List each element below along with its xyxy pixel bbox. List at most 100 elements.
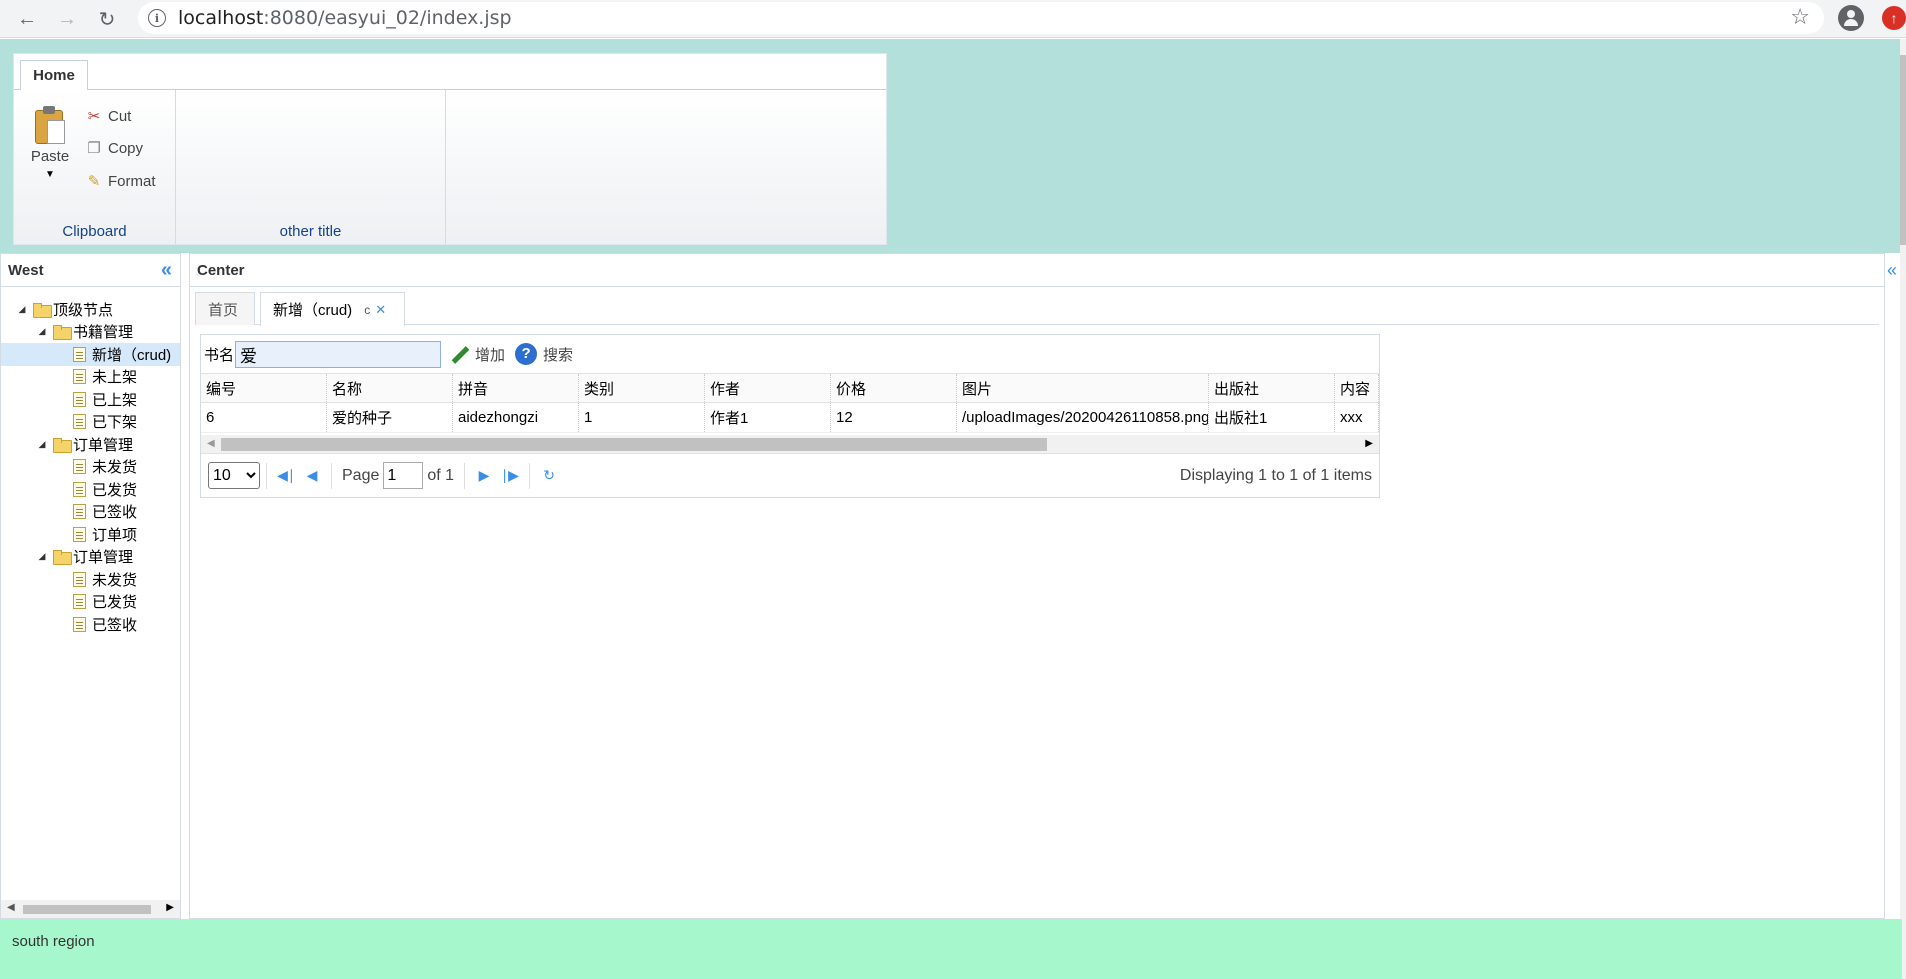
folder-icon xyxy=(33,302,52,318)
caret-down-icon[interactable]: ▼ xyxy=(28,169,72,180)
table-row[interactable]: 6 爱的种子 aidezhongzi 1 作者1 12/uploadImages/2020… xyxy=(201,403,1379,433)
collapse-left-icon[interactable]: « xyxy=(161,260,172,280)
tree-node[interactable]: 未发货 xyxy=(1,568,180,591)
column-header[interactable]: 内容 xyxy=(1335,374,1379,402)
cut-button[interactable]: ✂ Cut xyxy=(84,104,132,128)
tree-node[interactable]: 已下架 xyxy=(1,411,180,434)
browser-toolbar: ← → ↻ i localhost:8080/easyui_02/index.j… xyxy=(0,0,1906,38)
tree-node[interactable]: ◢ 书籍管理 xyxy=(1,321,180,344)
add-button[interactable]: 增加 xyxy=(451,344,505,365)
expand-arrow-icon[interactable]: ◢ xyxy=(17,304,27,315)
extension-icon[interactable]: ↑ xyxy=(1882,6,1906,30)
page-size-select[interactable]: 10 xyxy=(208,462,260,489)
profile-icon[interactable] xyxy=(1838,5,1864,31)
expand-arrow-icon[interactable]: ◢ xyxy=(37,439,47,450)
table-cell: aidezhongzi xyxy=(453,403,579,432)
expand-arrow-icon[interactable]: ◢ xyxy=(37,326,47,337)
tree-node[interactable]: 已签收 xyxy=(1,501,180,524)
folder-icon xyxy=(53,550,72,566)
grid-hscrollbar[interactable]: ◀ ▶ xyxy=(201,435,1379,453)
tab-crud[interactable]: 新增（crud) c ✕ xyxy=(260,292,405,326)
table-cell: 12 xyxy=(831,403,957,432)
column-header[interactable]: 价格 xyxy=(831,374,957,402)
tree-node-label: 已发货 xyxy=(92,594,138,612)
url-text[interactable]: localhost:8080/easyui_02/index.jsp xyxy=(178,7,512,29)
south-region: south region xyxy=(0,919,1902,979)
file-icon xyxy=(73,369,86,385)
tabs-bar: 首页 新增（crud) c ✕ xyxy=(195,288,1879,326)
format-button[interactable]: ✎ Format xyxy=(84,169,156,193)
close-tab-icon[interactable]: ✕ xyxy=(375,302,386,318)
refresh-tab-icon[interactable]: c xyxy=(364,303,370,317)
grid-header: 编号 名称 拼音 类别 作者 价格 图片 出版社 内容 xyxy=(201,373,1379,403)
forward-icon[interactable]: → xyxy=(52,4,82,34)
expand-east-icon[interactable]: « xyxy=(1887,260,1897,281)
prev-page-icon[interactable]: ◀ xyxy=(299,467,325,484)
table-cell: 爱的种子 xyxy=(327,403,453,432)
tab-home[interactable]: Home xyxy=(20,60,88,91)
tree-node[interactable]: 已发货 xyxy=(1,591,180,614)
clipboard-icon xyxy=(33,106,67,144)
display-info: Displaying 1 to 1 of 1 items xyxy=(1179,466,1372,484)
search-button[interactable]: ? 搜索 xyxy=(515,343,573,365)
tree-node[interactable]: 已发货 xyxy=(1,478,180,501)
tree-node-label: 订单管理 xyxy=(73,436,134,454)
tree-node[interactable]: 未发货 xyxy=(1,456,180,479)
next-page-icon[interactable]: ▶ xyxy=(471,467,497,484)
refresh-icon[interactable]: ↻ xyxy=(536,467,562,484)
tree-node[interactable]: ◢ 订单管理 xyxy=(1,546,180,569)
west-panel: West « ◢ 顶级节点 ◢ 书籍管理 新增（crud) 未上架 已上架 已下架 ◢ 订单管理未… xyxy=(0,253,181,919)
table-cell: 1 xyxy=(579,403,705,432)
page-number-input[interactable] xyxy=(383,462,424,489)
tree-node[interactable]: 已上架 xyxy=(1,388,180,411)
west-hscrollbar[interactable]: ◀ ▶ xyxy=(1,900,180,918)
tree-node-label: 已上架 xyxy=(92,391,138,409)
copy-button[interactable]: ❐ Copy xyxy=(84,136,143,160)
address-bar[interactable]: i localhost:8080/easyui_02/index.jsp ☆ xyxy=(138,2,1824,34)
tree-node-label: 订单项 xyxy=(92,526,138,544)
expand-arrow-icon[interactable]: ◢ xyxy=(37,551,47,562)
help-icon: ? xyxy=(515,343,538,365)
center-title: Center xyxy=(197,261,245,279)
tree-node[interactable]: ◢ 顶级节点 xyxy=(1,298,180,321)
last-page-icon[interactable]: ∣▶ xyxy=(497,467,523,484)
info-icon[interactable]: i xyxy=(148,9,166,27)
ribbon-tabs: Home xyxy=(14,54,886,91)
tree-node-label: 已签收 xyxy=(92,504,138,522)
paste-label: Paste xyxy=(30,148,70,165)
file-icon xyxy=(73,594,86,610)
bookmark-star-icon[interactable]: ☆ xyxy=(1790,4,1810,30)
column-header[interactable]: 类别 xyxy=(579,374,705,402)
tree-node[interactable]: 已签收 xyxy=(1,613,180,636)
ribbon-body: Paste ▼ ✂ Cut ❐ Copy ✎ Format Clipboard … xyxy=(14,90,886,244)
column-header[interactable]: 出版社 xyxy=(1209,374,1335,402)
page-scrollbar[interactable] xyxy=(1900,39,1906,979)
book-name-input[interactable] xyxy=(235,340,442,368)
reload-icon[interactable]: ↻ xyxy=(92,4,122,34)
table-cell: 6 xyxy=(201,403,327,432)
tab-home-page[interactable]: 首页 xyxy=(195,292,255,325)
file-icon xyxy=(73,459,86,475)
tree-node[interactable]: ◢ 订单管理 xyxy=(1,433,180,456)
search-label: 书名 xyxy=(204,346,235,364)
tree-node[interactable]: 未上架 xyxy=(1,366,180,389)
column-header[interactable]: 编号 xyxy=(201,374,327,402)
column-header[interactable]: 图片 xyxy=(957,374,1209,402)
file-icon xyxy=(73,571,86,587)
back-icon[interactable]: ← xyxy=(12,4,42,34)
tree-node-label: 订单管理 xyxy=(73,549,134,567)
column-header[interactable]: 名称 xyxy=(327,374,453,402)
folder-icon xyxy=(53,325,72,341)
paste-button[interactable]: Paste ▼ xyxy=(28,106,72,180)
tree-node[interactable]: 新增（crud) xyxy=(1,343,180,366)
tree-node-label: 已下架 xyxy=(92,414,138,432)
first-page-icon[interactable]: ◀∣ xyxy=(273,467,299,484)
east-collapsed-panel[interactable]: « xyxy=(1884,253,1900,919)
tree-node[interactable]: 订单项 xyxy=(1,523,180,546)
clipboard-group-title: Clipboard xyxy=(62,223,127,240)
center-panel: Center 首页 新增（crud) c ✕ 书名 增加 ? 搜索 编号名称拼音… xyxy=(189,253,1885,919)
table-cell: xxx xyxy=(1335,403,1379,432)
column-header[interactable]: 作者 xyxy=(705,374,831,402)
scissors-icon: ✂ xyxy=(87,108,101,125)
column-header[interactable]: 拼音 xyxy=(453,374,579,402)
